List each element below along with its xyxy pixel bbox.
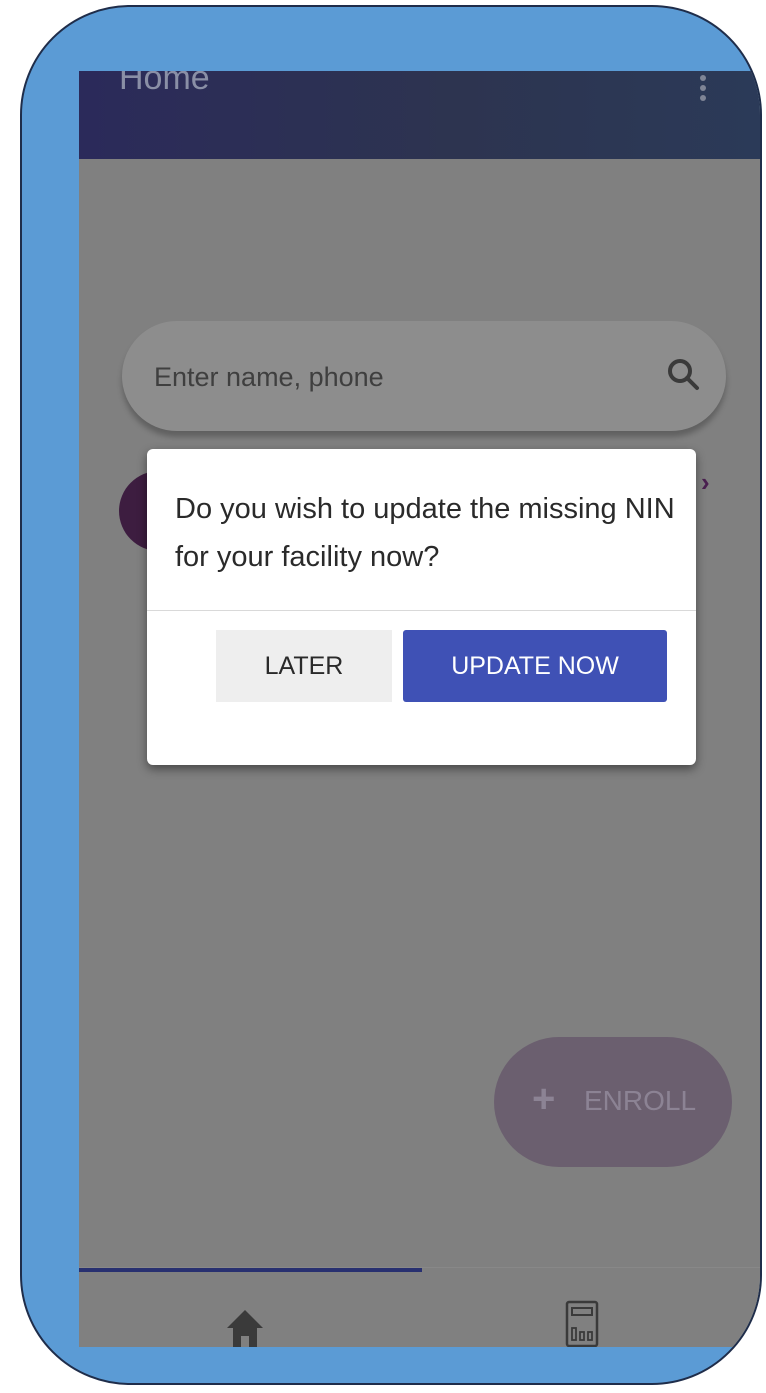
search-bar[interactable]	[122, 321, 726, 431]
enroll-label: ENROLL	[584, 1085, 697, 1116]
dialog-divider	[147, 610, 696, 611]
plus-icon: +	[532, 1077, 556, 1121]
search-icon[interactable]	[666, 357, 700, 391]
search-input[interactable]	[152, 357, 636, 397]
stats-icon[interactable]	[565, 1300, 599, 1347]
dialog-message: Do you wish to update the missing NIN fo…	[175, 493, 675, 573]
tab-indicator	[79, 1268, 422, 1272]
page-title: Home	[119, 71, 210, 97]
update-nin-dialog: Do you wish to update the missing NIN fo…	[147, 449, 696, 765]
app-bar: Home	[79, 71, 760, 159]
enroll-button[interactable]: + ENROLL	[494, 1037, 732, 1167]
later-button[interactable]: LATER	[216, 630, 392, 702]
bottom-nav	[79, 1267, 760, 1347]
more-vert-icon[interactable]	[697, 75, 709, 109]
app-screen: Home › Do you wish to update the missing…	[79, 71, 760, 1347]
home-icon[interactable]	[225, 1308, 265, 1347]
device-frame: Home › Do you wish to update the missing…	[20, 5, 762, 1385]
chevron-right-icon[interactable]: ›	[701, 467, 710, 498]
update-now-button[interactable]: UPDATE NOW	[403, 630, 667, 702]
